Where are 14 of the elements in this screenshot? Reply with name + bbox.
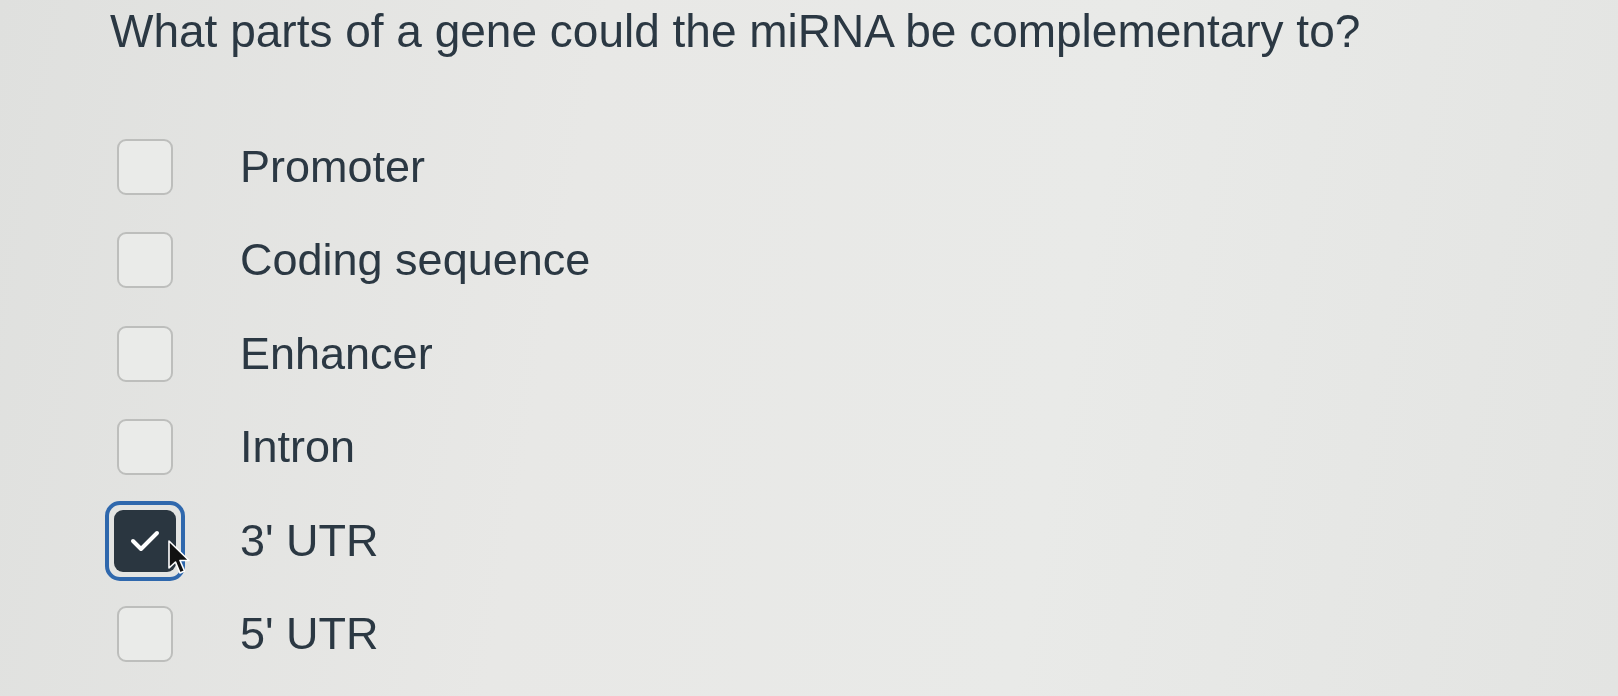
option-label[interactable]: Intron: [240, 420, 356, 475]
question-text: What parts of a gene could the miRNA be complementary to?: [110, 4, 1361, 58]
checkbox[interactable]: [117, 232, 173, 289]
checkbox[interactable]: [117, 138, 173, 195]
checkbox[interactable]: [117, 419, 173, 476]
option-label[interactable]: Coding sequence: [240, 233, 591, 288]
checkbox[interactable]: [117, 606, 173, 663]
checkbox[interactable]: [105, 500, 185, 581]
option-label[interactable]: Promoter: [240, 139, 426, 194]
check-icon: [130, 529, 160, 552]
option-label[interactable]: Enhancer: [240, 326, 433, 381]
option-label[interactable]: 5' UTR: [240, 607, 379, 662]
option-label[interactable]: 3' UTR: [240, 513, 379, 568]
checkbox[interactable]: [117, 325, 173, 382]
